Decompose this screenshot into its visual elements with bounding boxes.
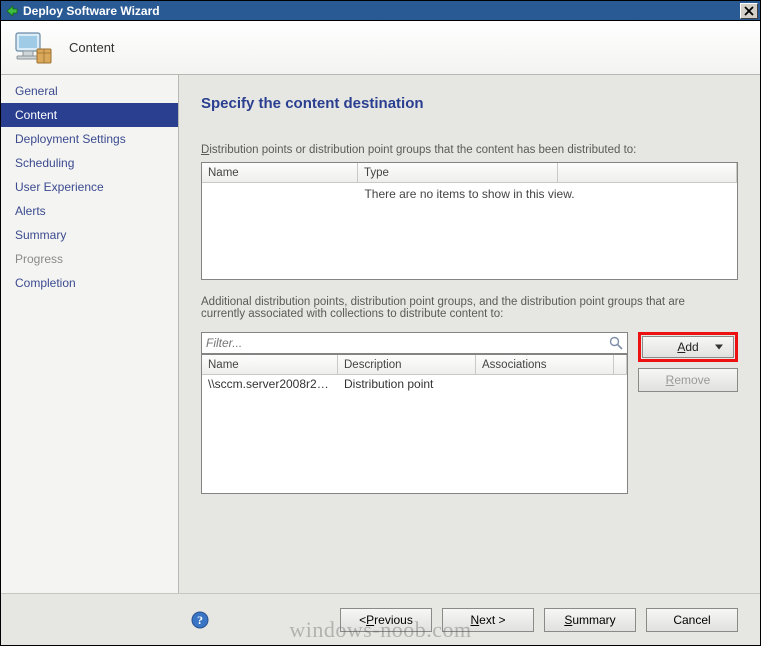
search-icon[interactable]	[608, 335, 624, 351]
table-row[interactable]: \\sccm.server2008r2.lab...Distribution p…	[202, 375, 627, 393]
nav-item-user-experience[interactable]: User Experience	[1, 175, 178, 199]
nav-item-alerts[interactable]: Alerts	[1, 199, 178, 223]
column-header[interactable]: Name	[202, 163, 358, 182]
column-header[interactable]: Associations	[476, 355, 614, 374]
filter-input[interactable]	[202, 333, 603, 353]
column-header[interactable]: Description	[338, 355, 476, 374]
page-banner-label: Content	[69, 40, 115, 55]
filter-box[interactable]	[201, 332, 628, 354]
cancel-button[interactable]: Cancel	[646, 608, 738, 632]
page-header: Content	[1, 21, 760, 75]
top-list-label: Distribution points or distribution poin…	[201, 144, 738, 156]
wizard-arrow-icon	[5, 4, 19, 18]
additional-list[interactable]: NameDescriptionAssociations \\sccm.serve…	[201, 354, 628, 494]
add-button-highlight: Add	[638, 332, 738, 362]
nav-item-deployment-settings[interactable]: Deployment Settings	[1, 127, 178, 151]
bottom-list-label: Additional distribution points, distribu…	[201, 296, 731, 320]
previous-button[interactable]: < Previous	[340, 608, 432, 632]
summary-button[interactable]: Summary	[544, 608, 636, 632]
column-header[interactable]: Name	[202, 355, 338, 374]
nav-item-scheduling[interactable]: Scheduling	[1, 151, 178, 175]
distributed-list[interactable]: NameType There are no items to show in t…	[201, 162, 738, 280]
computer-package-icon	[11, 27, 53, 69]
column-header[interactable]: Type	[358, 163, 558, 182]
page-title: Specify the content destination	[201, 95, 738, 112]
close-button[interactable]	[740, 3, 758, 19]
window-title: Deploy Software Wizard	[23, 4, 740, 18]
table-cell: Distribution point	[338, 377, 476, 391]
svg-text:?: ?	[197, 613, 203, 627]
nav-item-progress: Progress	[1, 247, 178, 271]
remove-button[interactable]: Remove	[638, 368, 738, 392]
add-button[interactable]: Add	[642, 336, 734, 358]
title-bar: Deploy Software Wizard	[1, 1, 760, 21]
help-icon[interactable]: ?	[191, 611, 209, 629]
nav-item-general[interactable]: General	[1, 79, 178, 103]
table-cell: \\sccm.server2008r2.lab...	[202, 377, 338, 391]
wizard-page-body: Specify the content destination Distribu…	[179, 75, 760, 593]
wizard-nav-sidebar: GeneralContentDeployment SettingsSchedul…	[1, 75, 179, 593]
chevron-down-icon	[715, 345, 723, 350]
nav-item-content[interactable]: Content	[1, 103, 178, 127]
nav-item-summary[interactable]: Summary	[1, 223, 178, 247]
wizard-footer: < Previous Next > Summary Cancel	[1, 593, 760, 645]
next-button[interactable]: Next >	[442, 608, 534, 632]
distributed-list-empty: There are no items to show in this view.	[202, 183, 737, 201]
nav-item-completion[interactable]: Completion	[1, 271, 178, 295]
